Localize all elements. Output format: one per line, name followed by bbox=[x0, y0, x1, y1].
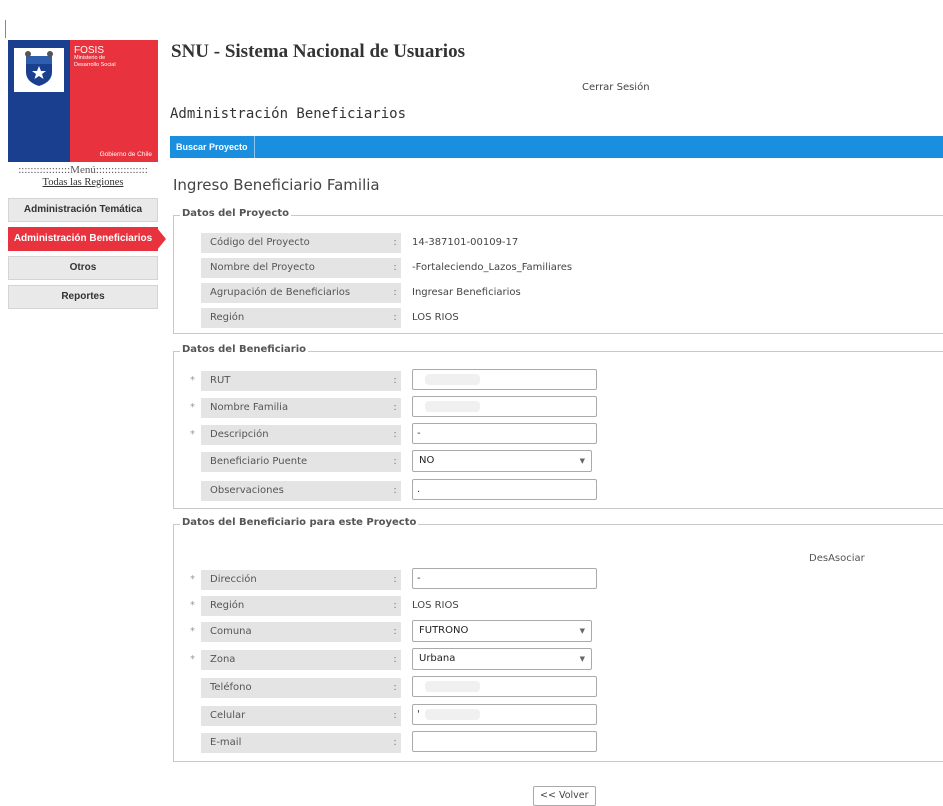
email-input[interactable] bbox=[412, 731, 597, 752]
comuna-label: Comuna bbox=[201, 622, 389, 642]
phone-label: Teléfono bbox=[201, 678, 389, 698]
beneficiary-legend: Datos del Beneficiario bbox=[180, 344, 309, 355]
project-fieldset: Datos del Proyecto Código del Proyecto :… bbox=[173, 208, 943, 334]
project-name-value: -Fortaleciendo_Lazos_Familiares bbox=[412, 262, 573, 273]
fosis-logo: FOSIS Ministerio de Desarrollo Social Go… bbox=[8, 40, 158, 162]
sidebar-item-otros[interactable]: Otros bbox=[8, 256, 158, 280]
project-legend: Datos del Proyecto bbox=[180, 208, 291, 219]
colon: : bbox=[389, 706, 401, 726]
required-marker: * bbox=[190, 600, 195, 611]
colon: : bbox=[389, 233, 401, 253]
colon: : bbox=[389, 425, 401, 445]
toolbar: Buscar Proyecto bbox=[170, 136, 943, 158]
project-beneficiary-legend: Datos del Beneficiario para este Proyect… bbox=[180, 517, 419, 528]
all-regions-link[interactable]: Todas las Regiones bbox=[8, 177, 158, 188]
page-title: Ingreso Beneficiario Familia bbox=[173, 176, 380, 194]
rut-label: RUT bbox=[201, 371, 389, 391]
project-region-value: LOS RIOS bbox=[412, 312, 459, 323]
description-label: Descripción bbox=[201, 425, 389, 445]
tab-buscar-proyecto[interactable]: Buscar Proyecto bbox=[170, 136, 255, 158]
desasociar-link[interactable]: DesAsociar bbox=[809, 553, 865, 564]
zona-select[interactable]: Urbana ▼ bbox=[412, 648, 592, 670]
project-code-label: Código del Proyecto bbox=[201, 233, 389, 253]
required-marker: * bbox=[190, 626, 195, 637]
address-label: Dirección bbox=[201, 570, 389, 590]
zona-select-value: Urbana bbox=[419, 653, 456, 664]
coat-of-arms-icon bbox=[25, 51, 53, 86]
colon: : bbox=[389, 733, 401, 753]
colon: : bbox=[389, 398, 401, 418]
required-marker: * bbox=[190, 375, 195, 386]
project-beneficiary-fieldset: Datos del Beneficiario para este Proyect… bbox=[173, 517, 943, 762]
email-label: E-mail bbox=[201, 733, 389, 753]
required-marker: * bbox=[190, 574, 195, 585]
mobile-label: Celular bbox=[201, 706, 389, 726]
family-name-input[interactable] bbox=[412, 396, 597, 417]
pb-region-label: Región bbox=[201, 596, 389, 616]
section-title: Administración Beneficiarios bbox=[170, 106, 407, 122]
colon: : bbox=[389, 371, 401, 391]
mobile-input[interactable]: ' bbox=[412, 704, 597, 725]
description-input[interactable]: - bbox=[412, 423, 597, 444]
colon: : bbox=[389, 622, 401, 642]
colon: : bbox=[389, 678, 401, 698]
beneficiary-fieldset: Datos del Beneficiario * RUT : * Nombre … bbox=[173, 344, 943, 509]
bridge-select-value: NO bbox=[419, 455, 435, 466]
project-code-value: 14-387101-00109-17 bbox=[412, 237, 519, 248]
observations-input[interactable]: . bbox=[412, 479, 597, 500]
app-title: SNU - Sistema Nacional de Usuarios bbox=[171, 41, 465, 62]
required-marker: * bbox=[190, 654, 195, 665]
bridge-label: Beneficiario Puente bbox=[201, 452, 389, 472]
sidebar-item-beneficiarios[interactable]: Administración Beneficiarios bbox=[8, 227, 166, 251]
logo-ministry-line1: Ministerio de bbox=[74, 55, 106, 61]
observations-label: Observaciones bbox=[201, 481, 389, 501]
sidebar-item-reportes[interactable]: Reportes bbox=[8, 285, 158, 309]
window-edge bbox=[5, 20, 6, 38]
required-marker: * bbox=[190, 402, 195, 413]
logout-link[interactable]: Cerrar Sesión bbox=[582, 82, 650, 93]
chevron-down-icon: ▼ bbox=[579, 457, 585, 465]
menu-title: :::::::::::::::::Menú::::::::::::::::: bbox=[18, 164, 148, 176]
project-group-label: Agrupación de Beneficiarios bbox=[201, 283, 389, 303]
project-group-value: Ingresar Beneficiarios bbox=[412, 287, 521, 298]
project-name-label: Nombre del Proyecto bbox=[201, 258, 389, 278]
colon: : bbox=[389, 308, 401, 328]
comuna-select-value: FUTRONO bbox=[419, 625, 469, 636]
logo-ministry-line2: Desarrollo Social bbox=[74, 62, 116, 68]
back-button[interactable]: << Volver bbox=[533, 786, 596, 806]
family-label: Nombre Familia bbox=[201, 398, 389, 418]
chevron-down-icon: ▼ bbox=[579, 655, 585, 663]
colon: : bbox=[389, 650, 401, 670]
pb-region-value: LOS RIOS bbox=[412, 600, 459, 611]
phone-input[interactable] bbox=[412, 676, 597, 697]
colon: : bbox=[389, 481, 401, 501]
address-input[interactable]: - bbox=[412, 568, 597, 589]
colon: : bbox=[389, 283, 401, 303]
required-marker: * bbox=[190, 429, 195, 440]
comuna-select[interactable]: FUTRONO ▼ bbox=[412, 620, 592, 642]
colon: : bbox=[389, 452, 401, 472]
project-region-label: Región bbox=[201, 308, 389, 328]
bridge-select[interactable]: NO ▼ bbox=[412, 450, 592, 472]
logo-government: Gobierno de Chile bbox=[99, 151, 152, 158]
colon: : bbox=[389, 258, 401, 278]
chevron-down-icon: ▼ bbox=[579, 627, 585, 635]
rut-input[interactable] bbox=[412, 369, 597, 390]
sidebar-item-tematica[interactable]: Administración Temática bbox=[8, 198, 158, 222]
colon: : bbox=[389, 596, 401, 616]
zona-label: Zona bbox=[201, 650, 389, 670]
logo-brand-name: FOSIS bbox=[74, 45, 105, 56]
logo-brand: FOSIS Ministerio de Desarrollo Social bbox=[74, 46, 116, 69]
colon: : bbox=[389, 570, 401, 590]
